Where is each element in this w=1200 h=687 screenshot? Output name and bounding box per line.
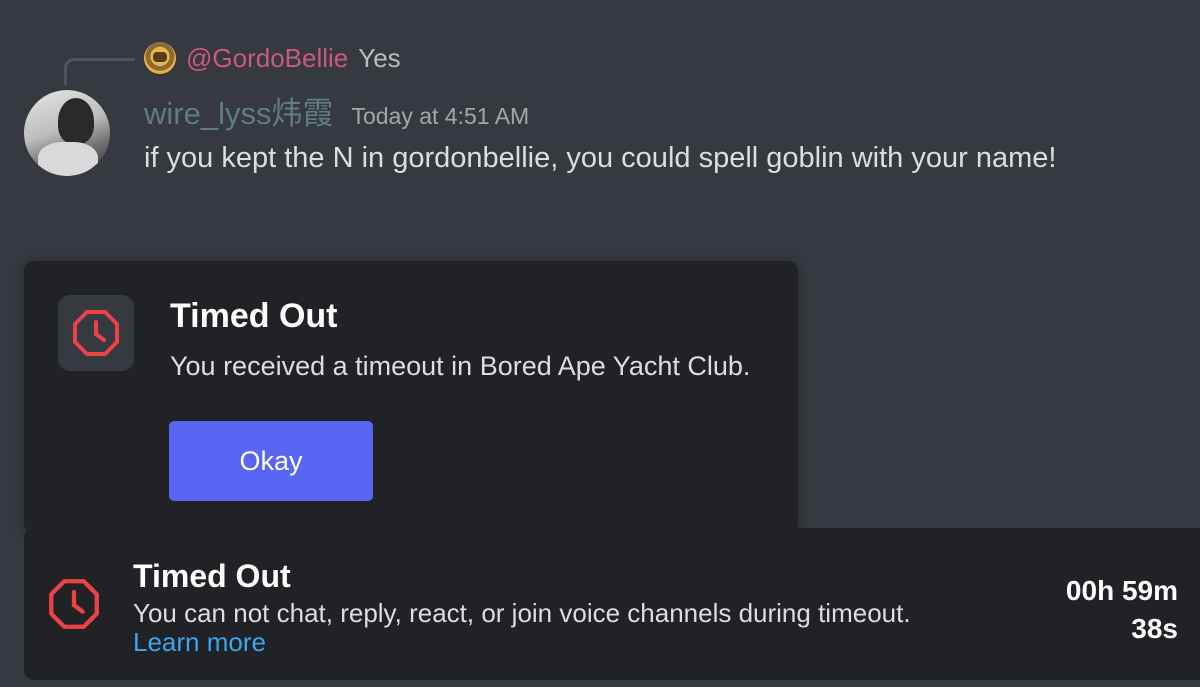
message-header: wire_lyss炜霞 Today at 4:51 AM (144, 88, 529, 133)
modal-title: Timed Out (170, 297, 338, 335)
reply-connector-line (64, 58, 135, 85)
reply-mention[interactable]: @GordoBellie (186, 43, 348, 74)
chat-view: @GordoBellie Yes wire_lyss炜霞 Today at 4:… (0, 0, 1200, 687)
timeout-countdown: 00h 59m 38s (1066, 572, 1178, 648)
timeout-status-bar: Timed Out You can not chat, reply, react… (24, 528, 1200, 680)
modal-description: You received a timeout in Bored Ape Yach… (170, 351, 751, 381)
timeout-clock-octagon-icon (49, 579, 99, 629)
message-timestamp: Today at 4:51 AM (351, 103, 530, 129)
reply-avatar[interactable] (144, 42, 176, 74)
reply-preview[interactable]: @GordoBellie Yes (144, 40, 401, 76)
timeout-description: You can not chat, reply, react, or join … (133, 598, 911, 628)
reply-text: Yes (358, 42, 401, 73)
timeout-title: Timed Out (133, 558, 291, 594)
timeout-countdown-seconds: 38s (1131, 613, 1178, 644)
learn-more-link[interactable]: Learn more (133, 627, 266, 658)
timeout-clock-octagon-icon (73, 310, 119, 356)
okay-button[interactable]: Okay (169, 421, 373, 501)
timeout-modal: Timed Out You received a timeout in Bore… (24, 261, 798, 533)
message-content: if you kept the N in gordonbellie, you c… (144, 142, 1057, 174)
modal-icon-container (58, 295, 134, 371)
timeout-countdown-hours-minutes: 00h 59m (1065, 575, 1178, 606)
username[interactable]: wire_lyss炜霞 (144, 88, 333, 133)
avatar[interactable] (24, 90, 110, 176)
